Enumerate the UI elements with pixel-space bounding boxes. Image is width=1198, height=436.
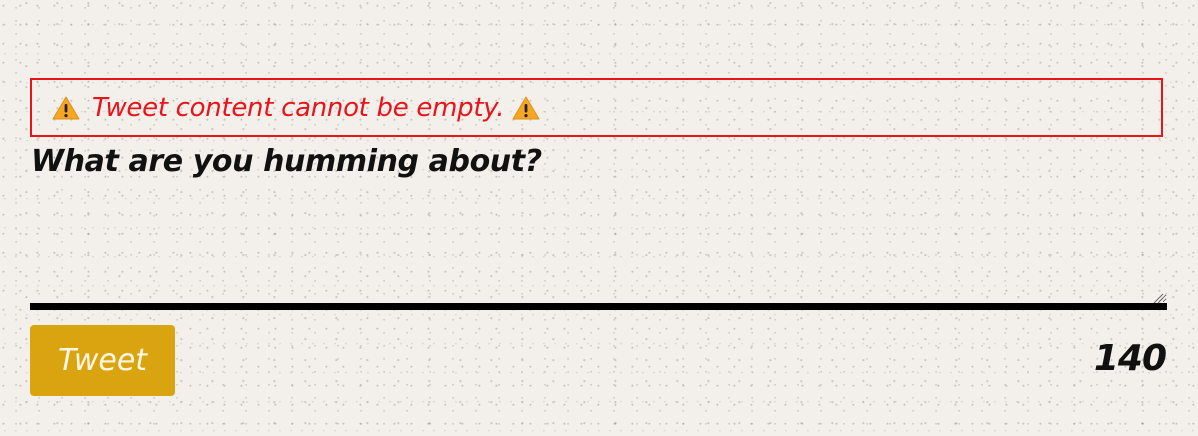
compose-prompt-label: What are you humming about? xyxy=(31,144,542,179)
error-message-text: Tweet content cannot be empty. xyxy=(92,92,505,123)
warning-icon xyxy=(512,95,540,121)
warning-icon xyxy=(52,95,80,121)
character-counter: 140 xyxy=(1093,338,1167,379)
tweet-button[interactable]: Tweet xyxy=(30,325,175,396)
tweet-textarea[interactable] xyxy=(30,185,1167,310)
resize-grip-icon[interactable] xyxy=(1152,289,1164,304)
error-message-box: Tweet content cannot be empty. xyxy=(30,78,1163,137)
